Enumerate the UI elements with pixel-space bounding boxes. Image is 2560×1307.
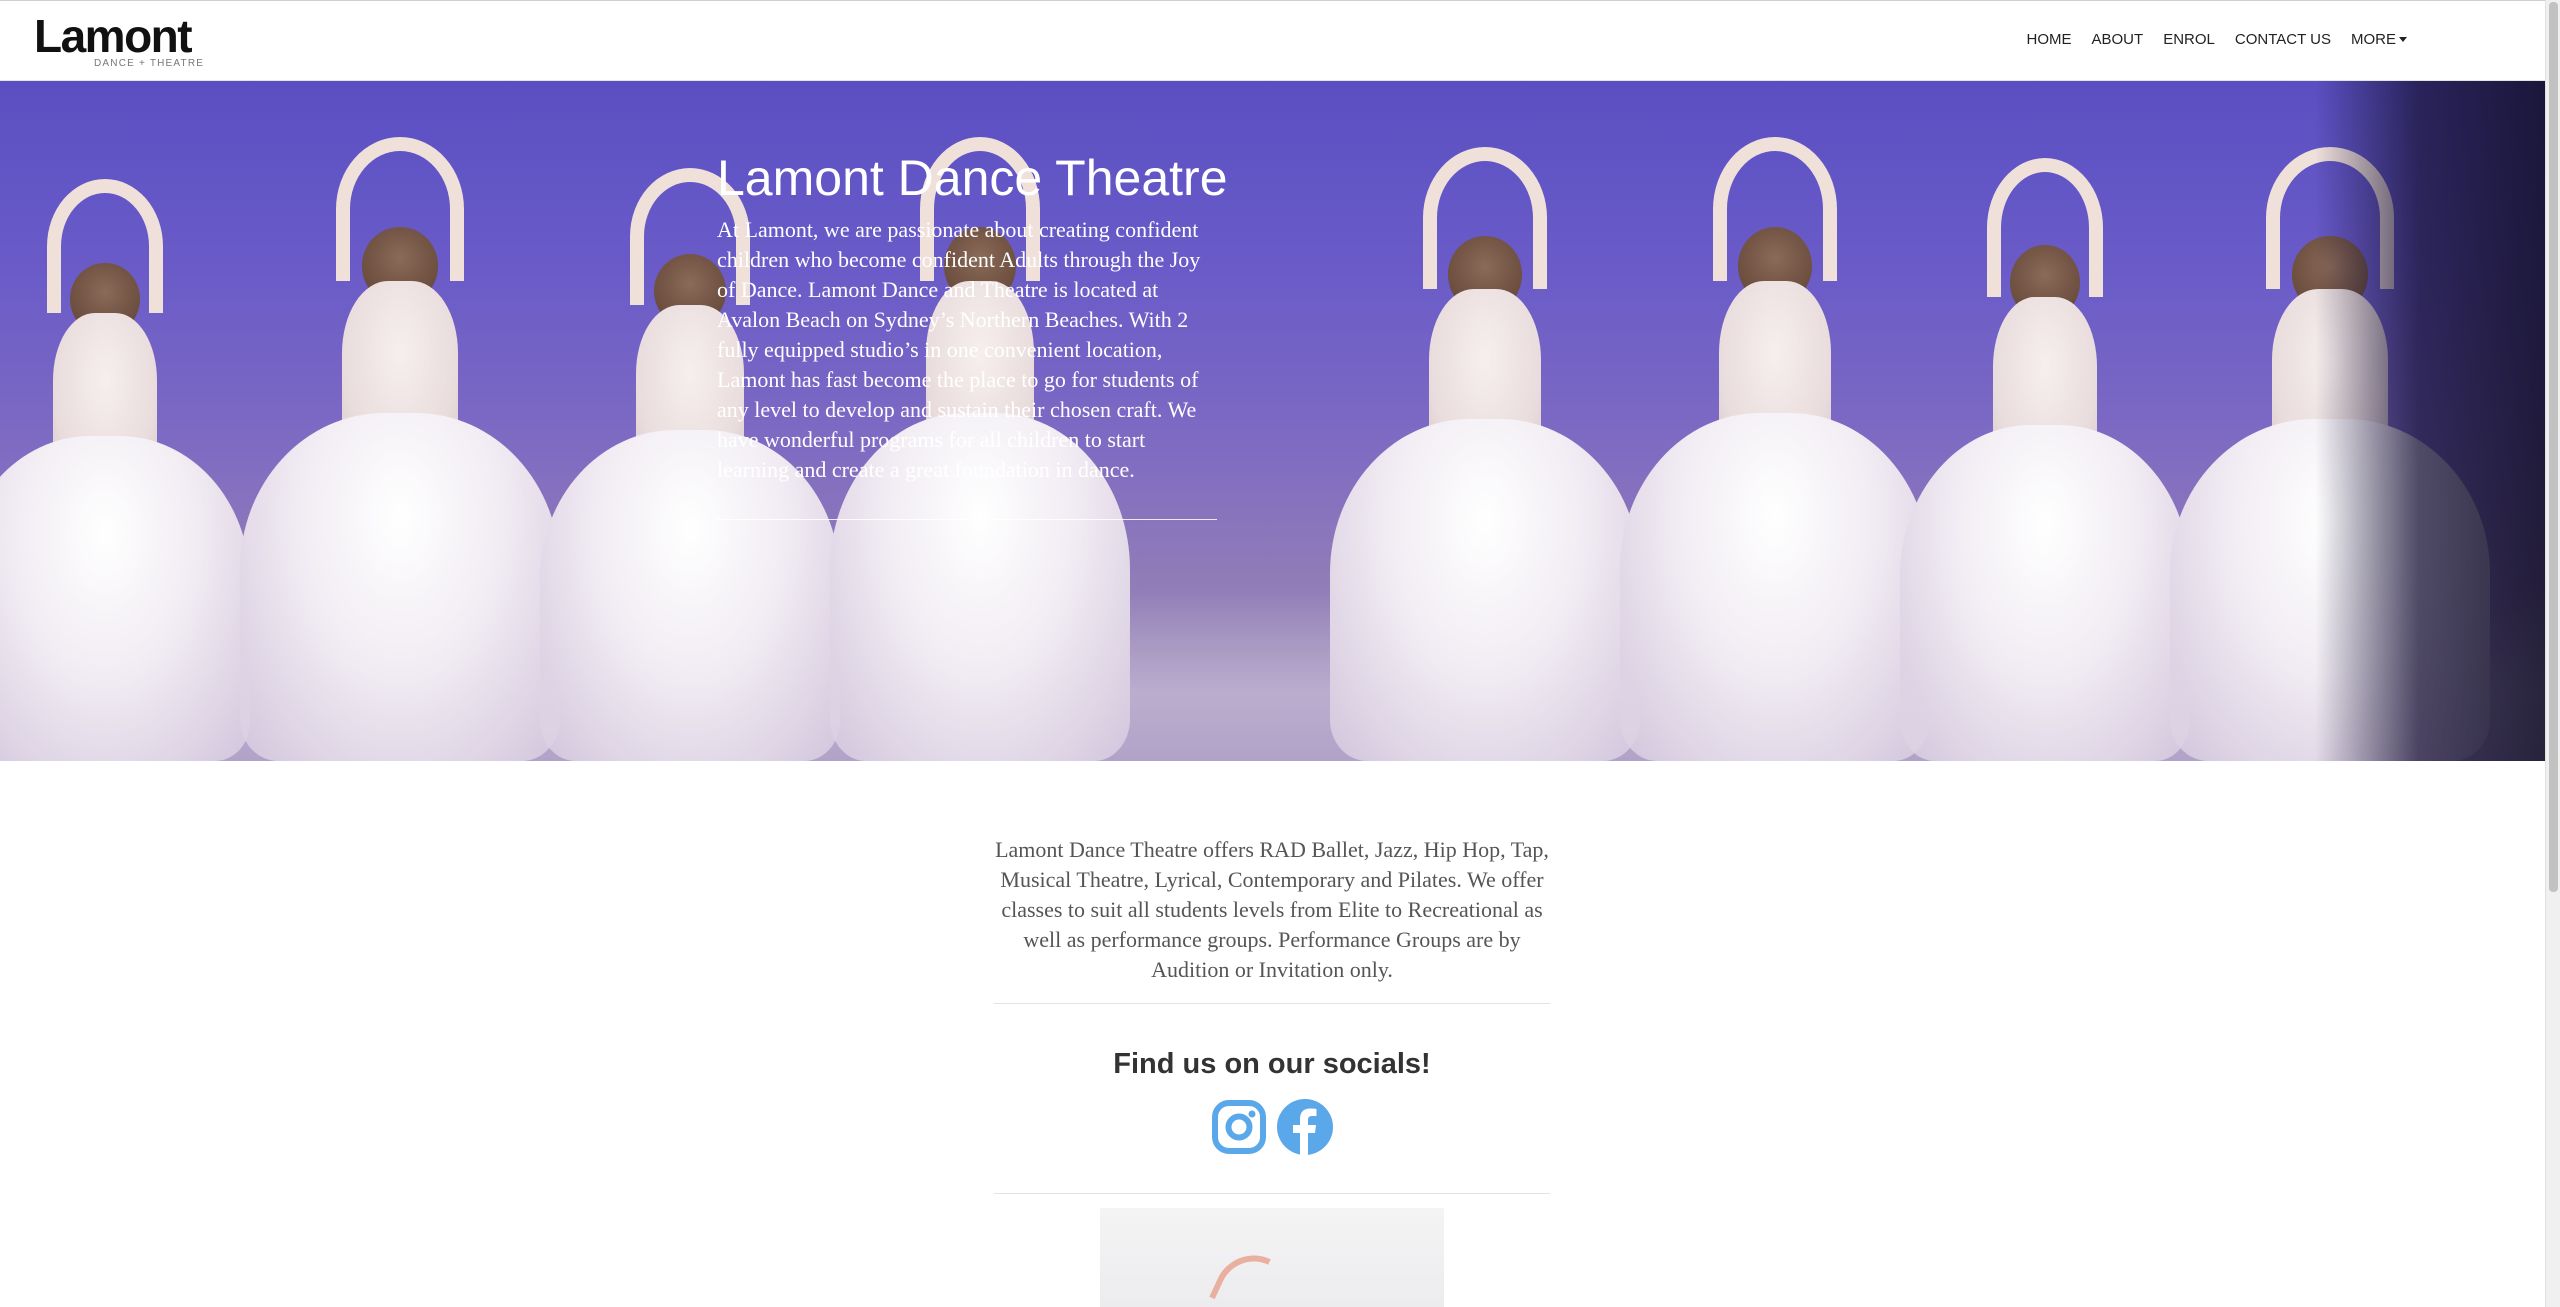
facebook-icon[interactable] <box>1277 1099 1333 1155</box>
dancer-photo <box>1100 1208 1444 1307</box>
section-divider <box>994 1003 1550 1004</box>
nav-more-dropdown[interactable]: MORE <box>2351 31 2407 48</box>
hero-title: Lamont Dance Theatre <box>717 150 1228 206</box>
dancer-figure <box>1330 147 1640 761</box>
dancer-figure <box>1900 157 2190 761</box>
logo-wordmark: Lamont <box>34 10 193 62</box>
hero-divider <box>717 519 1217 520</box>
nav-about[interactable]: ABOUT <box>2092 31 2144 48</box>
social-links <box>994 1099 1550 1155</box>
hero-banner: Lamont Dance Theatre At Lamont, we are p… <box>0 81 2545 761</box>
page-scrollbar[interactable] <box>2545 0 2560 1307</box>
nav-contact-us[interactable]: CONTACT US <box>2235 31 2331 48</box>
hero-intro-text: At Lamont, we are passionate about creat… <box>717 217 1201 482</box>
logo-subtext: DANCE + THEATRE <box>94 58 205 69</box>
socials-heading: Find us on our socials! <box>1113 1048 1431 1080</box>
site-header: Lamont DANCE + THEATRE HOME ABOUT ENROL … <box>0 0 2545 81</box>
site-logo[interactable]: Lamont DANCE + THEATRE <box>34 13 214 71</box>
dancer-figure <box>240 137 560 761</box>
photo-detail <box>1209 1242 1271 1307</box>
instagram-icon[interactable] <box>1211 1099 1267 1155</box>
main-content: Lamont Dance Theatre offers RAD Ballet, … <box>994 835 1550 1194</box>
nav-home[interactable]: HOME <box>2027 31 2072 48</box>
hero-content: Lamont Dance Theatre At Lamont, we are p… <box>717 149 1257 520</box>
nav-more-label: MORE <box>2351 31 2396 48</box>
scrollbar-thumb[interactable] <box>2549 2 2558 892</box>
caret-down-icon <box>2399 37 2407 42</box>
classes-offered-text: Lamont Dance Theatre offers RAD Ballet, … <box>995 837 1549 982</box>
nav-enrol[interactable]: ENROL <box>2163 31 2215 48</box>
dancer-figure <box>1620 137 1930 761</box>
dancer-figure <box>0 178 250 761</box>
hero-shadow <box>2315 81 2545 761</box>
main-nav: HOME ABOUT ENROL CONTACT US MORE <box>2027 31 2407 48</box>
section-divider <box>994 1193 1550 1194</box>
